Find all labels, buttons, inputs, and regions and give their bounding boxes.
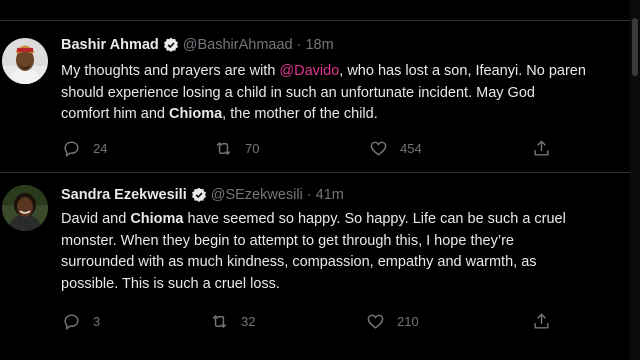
author-name[interactable]: Sandra Ezekwesili	[61, 187, 187, 203]
verified-badge-icon	[163, 37, 179, 53]
avatar[interactable]	[2, 185, 48, 231]
heart-icon	[370, 141, 387, 156]
like-button[interactable]: 210	[366, 312, 419, 331]
bold-text: Chioma	[169, 106, 223, 122]
reply-count: 24	[93, 141, 108, 156]
tweet-card[interactable]: Sandra Ezekwesili @SEzekwesili · 41m Dav…	[0, 173, 630, 360]
like-button[interactable]: 454	[369, 139, 422, 158]
author-handle[interactable]: @SEzekwesili	[211, 187, 303, 203]
separator-dot: ·	[296, 37, 302, 53]
reply-icon	[64, 141, 79, 158]
timestamp[interactable]: 41m	[316, 187, 344, 203]
retweet-button[interactable]: 32	[210, 312, 255, 331]
heart-icon	[367, 314, 384, 329]
tweet-line: My thoughts and prayers are with @Davido…	[61, 61, 631, 83]
reply-count: 3	[93, 314, 101, 329]
share-button[interactable]	[532, 312, 551, 331]
tweet-actions: 3 32 210	[60, 312, 560, 332]
tweet-line: monster. When they begin to attempt to g…	[61, 232, 514, 249]
like-count: 454	[400, 141, 422, 156]
retweet-icon	[216, 141, 231, 156]
author-handle[interactable]: @BashirAhmaad	[183, 37, 293, 53]
tweet-line: possible. This is such a cruel loss.	[61, 275, 280, 292]
retweet-count: 32	[241, 314, 256, 329]
tweet-line: should experience losing a child in such…	[61, 84, 535, 101]
scrollbar-thumb[interactable]	[632, 18, 638, 76]
reply-button[interactable]: 24	[62, 139, 107, 158]
author-name[interactable]: Bashir Ahmad	[61, 37, 159, 53]
tweet-text: My thoughts and prayers are with @Davido…	[61, 61, 631, 126]
text-segment: , the mother of the child.	[222, 106, 378, 122]
reply-icon	[64, 314, 79, 331]
tweet-actions: 24 70 454	[60, 139, 560, 159]
tweet-line: David and Chioma have seemed so happy. S…	[61, 209, 631, 231]
share-button[interactable]	[532, 139, 551, 158]
tweet-card[interactable]: Bashir Ahmad @BashirAhmaad · 18m My thou…	[0, 21, 630, 171]
mention-link[interactable]: @Davido	[279, 63, 339, 79]
text-segment: , who has lost a son, Ifeanyi. No paren	[339, 63, 586, 79]
timestamp[interactable]: 18m	[305, 37, 333, 53]
retweet-count: 70	[245, 141, 260, 156]
scrollbar[interactable]	[630, 0, 640, 360]
tweet-header: Sandra Ezekwesili @SEzekwesili · 41m	[61, 187, 344, 203]
separator-dot: ·	[306, 187, 312, 203]
tweet-header: Bashir Ahmad @BashirAhmaad · 18m	[61, 37, 334, 53]
tweet-line: surrounded with as much kindness, compas…	[61, 254, 537, 270]
share-icon	[534, 313, 549, 329]
text-segment: David and	[61, 211, 131, 227]
text-segment: My thoughts and prayers are with	[61, 63, 280, 79]
share-icon	[534, 140, 549, 156]
avatar[interactable]	[2, 38, 48, 84]
text-segment: have seemed so happy. So happy. Life can…	[183, 211, 566, 227]
bold-text: Chioma	[130, 211, 184, 227]
reply-button[interactable]: 3	[62, 312, 100, 331]
verified-badge-icon	[191, 187, 207, 203]
retweet-button[interactable]: 70	[214, 139, 259, 158]
like-count: 210	[397, 314, 419, 329]
retweet-icon	[212, 314, 227, 329]
tweet-text: David and Chioma have seemed so happy. S…	[61, 209, 631, 295]
tweet-line: comfort him and Chioma, the mother of th…	[61, 104, 631, 126]
text-segment: comfort him and	[61, 106, 169, 122]
